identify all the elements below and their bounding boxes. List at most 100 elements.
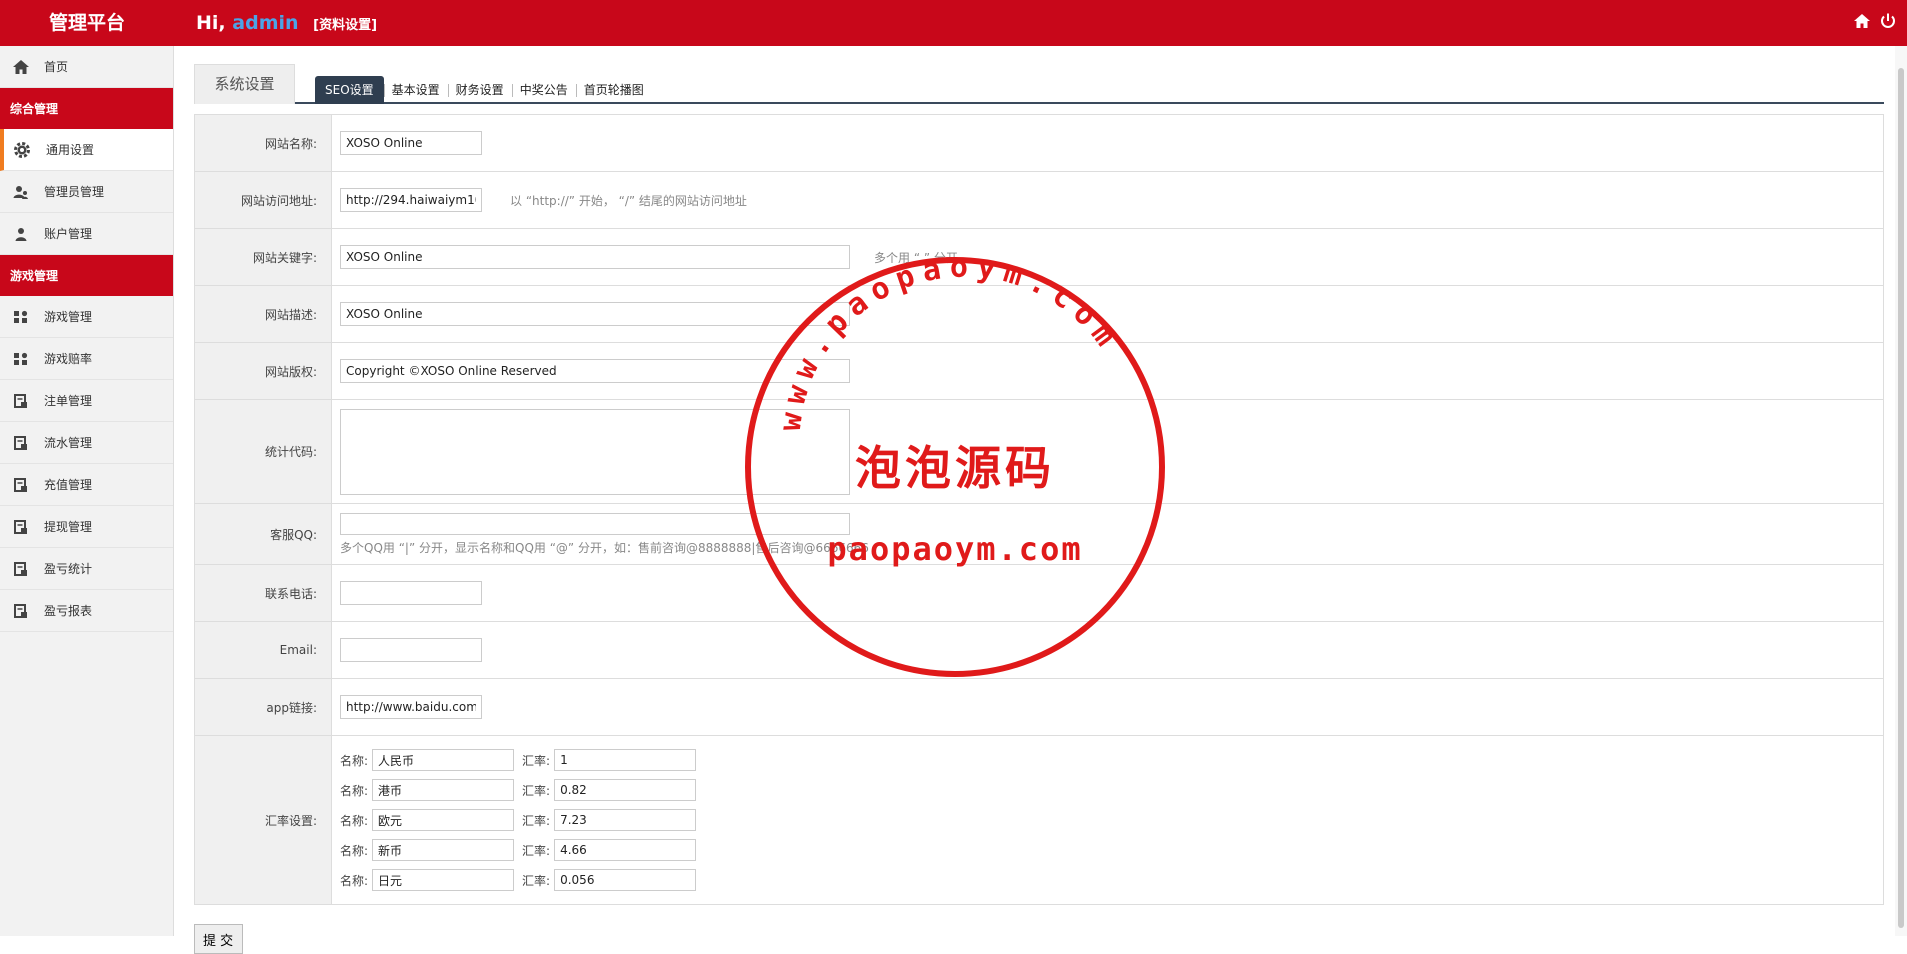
sidebar-item-home[interactable]: 首页 [0, 46, 173, 88]
main-content: 系统设置 SEO设置 基本设置 财务设置 中奖公告 首页轮播图 网站名称: 网站… [194, 62, 1884, 905]
qq-hint: 多个QQ用 “|” 分开，显示名称和QQ用 “@” 分开，如：售前咨询@8888… [340, 540, 869, 555]
sidebar-item-general-settings[interactable]: 通用设置 [0, 129, 173, 171]
keywords-input[interactable] [340, 245, 850, 269]
rate-value-label: 汇率: [522, 753, 551, 768]
scrollbar-thumb[interactable] [1898, 68, 1904, 928]
sidebar-item-flow[interactable]: 流水管理 [0, 422, 173, 464]
qq-input[interactable] [340, 512, 850, 535]
copyright-input[interactable] [340, 359, 850, 383]
doc-icon [14, 603, 27, 618]
rate-value-label: 汇率: [522, 873, 551, 888]
stats-code-textarea[interactable] [340, 408, 850, 495]
rate-name-input[interactable] [372, 749, 515, 771]
app-link-label: app链接: [195, 679, 332, 735]
email-input[interactable] [340, 638, 482, 662]
rate-row: 名称: 汇率: [340, 805, 704, 835]
sub-tabs: SEO设置 基本设置 财务设置 中奖公告 首页轮播图 [315, 76, 652, 104]
sidebar-item-label: 游戏赔率 [44, 352, 93, 366]
username[interactable]: admin [232, 12, 298, 34]
sidebar-item-odds[interactable]: 游戏赔率 [0, 338, 173, 380]
greeting: Hi, admin [资料设置] [196, 0, 377, 46]
tab-carousel[interactable]: 首页轮播图 [575, 76, 652, 104]
site-name-input[interactable] [340, 131, 482, 155]
sidebar-item-profit-report[interactable]: 盈亏报表 [0, 590, 173, 632]
rate-value-input[interactable] [554, 869, 697, 891]
tab-system-settings[interactable]: 系统设置 [194, 64, 295, 104]
app-link-input[interactable] [340, 695, 482, 719]
rate-name-input[interactable] [372, 809, 515, 831]
tab-announcement[interactable]: 中奖公告 [511, 76, 576, 104]
rate-name-label: 名称: [340, 813, 369, 828]
copyright-label: 网站版权: [195, 343, 332, 399]
rate-name-label: 名称: [340, 873, 369, 888]
grid-icon [14, 352, 28, 365]
email-label: Email: [195, 622, 332, 678]
row-rates: 汇率设置: 名称: 汇率: 名称: 汇率: [195, 736, 1883, 904]
sidebar-group-general[interactable]: 综合管理 [0, 88, 173, 129]
tab-basic[interactable]: 基本设置 [383, 76, 448, 104]
description-input[interactable] [340, 302, 850, 326]
sidebar-item-label: 游戏管理 [44, 310, 93, 324]
rate-value-input[interactable] [554, 779, 697, 801]
row-description: 网站描述: [195, 286, 1883, 343]
doc-icon [14, 561, 27, 576]
row-phone: 联系电话: [195, 565, 1883, 622]
rate-value-label: 汇率: [522, 813, 551, 828]
rate-row: 名称: 汇率: [340, 835, 704, 865]
sidebar-item-games[interactable]: 游戏管理 [0, 296, 173, 338]
phone-input[interactable] [340, 581, 482, 605]
user-icon [15, 227, 27, 241]
sidebar-item-withdraw[interactable]: 提现管理 [0, 506, 173, 548]
rates-list: 名称: 汇率: 名称: 汇率: 名称: 汇率: [340, 733, 704, 907]
rates-label: 汇率设置: [195, 736, 332, 904]
rate-name-label: 名称: [340, 843, 369, 858]
submit-button[interactable]: 提 交 [194, 924, 243, 954]
sidebar-item-label: 提现管理 [44, 520, 93, 534]
rate-name-input[interactable] [372, 869, 515, 891]
sidebar-item-accounts[interactable]: 账户管理 [0, 213, 173, 255]
sidebar-item-label: 注单管理 [44, 394, 93, 408]
sidebar-item-orders[interactable]: 注单管理 [0, 380, 173, 422]
sidebar-item-label: 账户管理 [44, 227, 93, 241]
sidebar-group-games[interactable]: 游戏管理 [0, 255, 173, 296]
sidebar-item-label: 盈亏统计 [44, 562, 93, 576]
tab-seo[interactable]: SEO设置 [315, 76, 384, 104]
rate-row: 名称: 汇率: [340, 775, 704, 805]
rate-value-input[interactable] [554, 749, 697, 771]
doc-icon [14, 477, 27, 492]
home-icon[interactable] [1853, 12, 1871, 30]
sidebar-item-admin[interactable]: 管理员管理 [0, 171, 173, 213]
gear-icon [14, 141, 30, 158]
power-icon[interactable] [1879, 12, 1897, 30]
site-url-input[interactable] [340, 188, 482, 212]
users-icon [13, 185, 28, 199]
sidebar-item-recharge[interactable]: 充值管理 [0, 464, 173, 506]
row-qq: 客服QQ: 多个QQ用 “|” 分开，显示名称和QQ用 “@” 分开，如：售前咨… [195, 504, 1883, 565]
rate-name-input[interactable] [372, 779, 515, 801]
qq-label: 客服QQ: [195, 504, 332, 564]
sidebar-item-profit-stats[interactable]: 盈亏统计 [0, 548, 173, 590]
doc-icon [14, 393, 27, 408]
rate-value-input[interactable] [554, 809, 697, 831]
row-copyright: 网站版权: [195, 343, 1883, 400]
row-app-link: app链接: [195, 679, 1883, 736]
rate-row: 名称: 汇率: [340, 865, 704, 895]
rate-name-input[interactable] [372, 839, 515, 861]
greeting-text: Hi, [196, 12, 226, 34]
row-keywords: 网站关键字: 多个用 “,” 分开 [195, 229, 1883, 286]
row-site-url: 网站访问地址: 以 “http://” 开始， “/” 结尾的网站访问地址 [195, 172, 1883, 229]
rate-value-input[interactable] [554, 839, 697, 861]
row-stats-code: 统计代码: [195, 400, 1883, 504]
stats-code-label: 统计代码: [195, 400, 332, 503]
sidebar-item-label: 通用设置 [46, 143, 95, 157]
phone-label: 联系电话: [195, 565, 332, 621]
home-icon [13, 59, 29, 74]
rate-name-label: 名称: [340, 783, 369, 798]
breadcrumb: [资料设置] [313, 18, 378, 33]
site-name-label: 网站名称: [195, 115, 332, 171]
doc-icon [14, 435, 27, 450]
sidebar-item-label: 盈亏报表 [44, 604, 93, 618]
scrollbar[interactable] [1895, 46, 1907, 936]
site-url-hint: 以 “http://” 开始， “/” 结尾的网站访问地址 [510, 193, 747, 208]
tab-finance[interactable]: 财务设置 [447, 76, 512, 104]
